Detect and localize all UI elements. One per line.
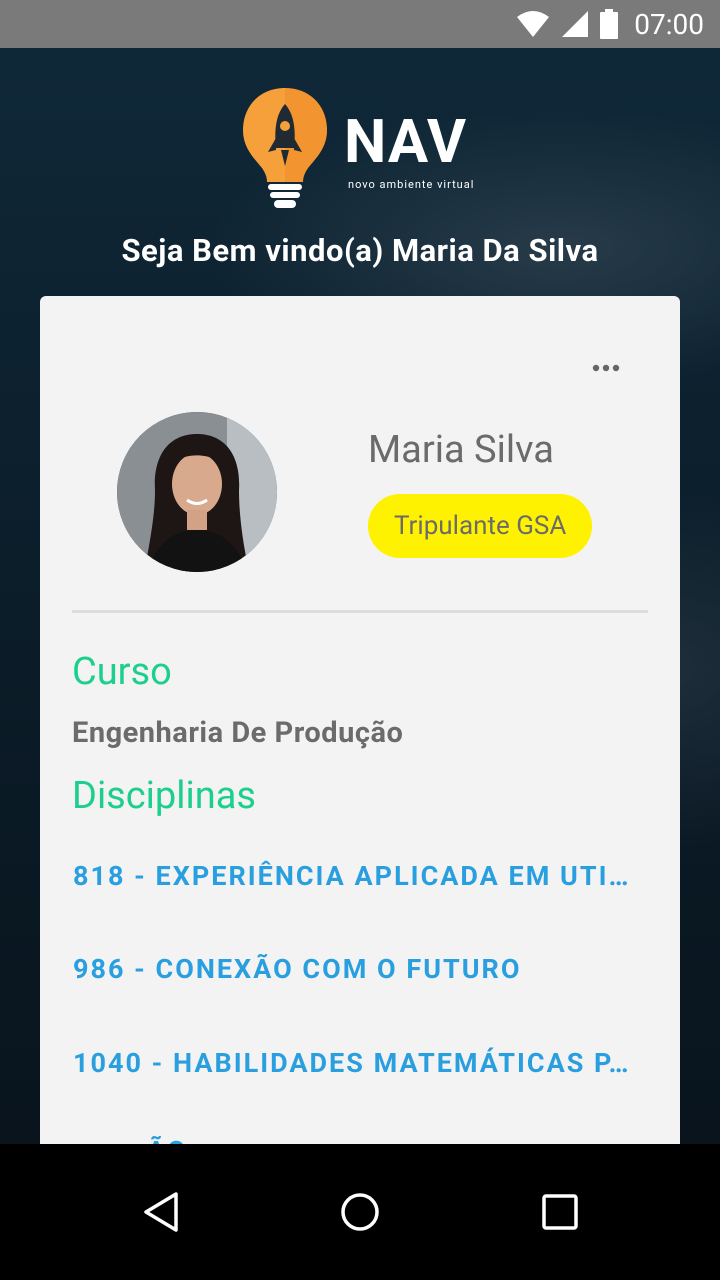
more-options-icon[interactable]: [592, 362, 620, 374]
discipline-item[interactable]: 986 - CONEXÃO COM O FUTURO: [73, 953, 648, 985]
profile-name: Maria Silva: [368, 428, 554, 472]
battery-icon: [600, 9, 619, 39]
discipline-item[interactable]: 1040 - HABILIDADES MATEMÁTICAS P…: [73, 1047, 648, 1079]
nav-logo: NAV novo ambiente virtual: [240, 86, 490, 212]
recents-icon[interactable]: [538, 1190, 582, 1234]
android-nav-bar: [0, 1144, 720, 1280]
discipline-item[interactable]: 818 - EXPERIÊNCIA APLICADA EM UTI…: [73, 860, 648, 892]
discipline-item[interactable]: … - …ÃO…: [73, 1135, 648, 1144]
welcome-message: Seja Bem vindo(a) Maria Da Silva: [121, 232, 599, 269]
back-icon[interactable]: [140, 1190, 184, 1234]
logo-tagline: novo ambiente virtual: [348, 178, 475, 191]
logo-brand: NAV: [344, 106, 468, 177]
course-name: Engenharia De Produção: [72, 716, 404, 750]
home-icon[interactable]: [338, 1190, 382, 1234]
wifi-icon: [517, 11, 550, 37]
disciplines-heading: Disciplinas: [72, 774, 257, 818]
status-time: 07:00: [634, 7, 704, 41]
role-badge: Tripulante GSA: [368, 494, 593, 558]
course-heading: Curso: [72, 650, 172, 694]
divider: [72, 610, 648, 613]
avatar: [117, 412, 277, 572]
signal-icon: [562, 11, 589, 37]
status-bar: 07:00: [0, 0, 720, 48]
profile-card: Maria Silva Tripulante GSA Curso Engenha…: [40, 296, 680, 1144]
